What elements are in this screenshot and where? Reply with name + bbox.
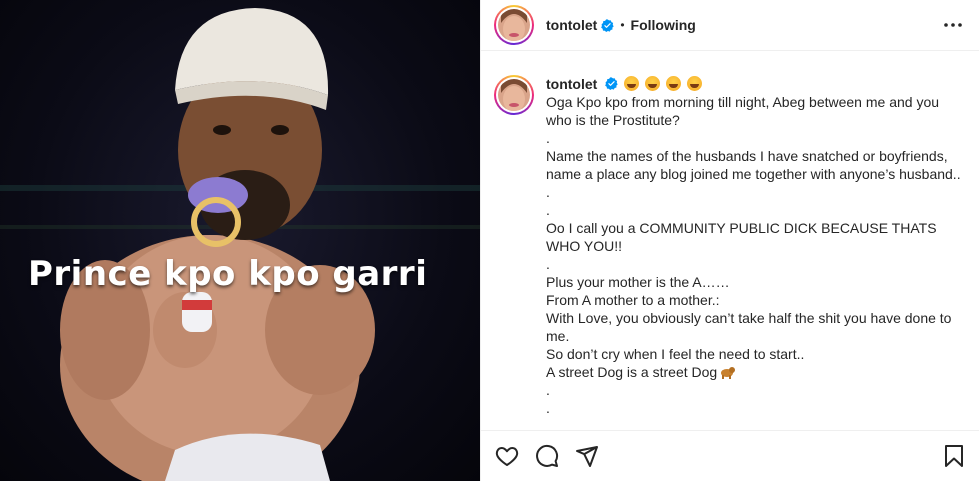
caption-line: . bbox=[546, 184, 550, 200]
caption-section: tontolet Oga Kpo kpo from morning till n… bbox=[481, 51, 979, 430]
rofl-emoji-icon bbox=[624, 76, 640, 91]
caption-line: . bbox=[546, 256, 550, 272]
media-overlay-text: Prince kpo kpo garri bbox=[28, 254, 428, 294]
caption-line: Name the names of the husbands I have sn… bbox=[546, 148, 961, 182]
caption-line: Oga Kpo kpo from morning till night, Abe… bbox=[546, 94, 940, 128]
caption-line: . bbox=[546, 400, 550, 416]
save-button[interactable] bbox=[925, 436, 965, 476]
share-button[interactable] bbox=[575, 436, 615, 476]
send-icon bbox=[576, 446, 598, 467]
verified-badge-icon bbox=[601, 18, 615, 32]
caption-author-avatar[interactable] bbox=[494, 75, 534, 115]
caption-line: . bbox=[546, 382, 550, 398]
post-image-illustration bbox=[0, 8, 480, 481]
caption-line: With Love, you obviously can’t take half… bbox=[546, 310, 952, 344]
caption-line: Plus your mother is the A…… bbox=[546, 274, 730, 290]
header-separator: • bbox=[620, 18, 625, 32]
post-actions-bar bbox=[481, 430, 979, 481]
comment-button[interactable] bbox=[535, 436, 575, 476]
bookmark-icon bbox=[945, 445, 963, 467]
author-avatar[interactable] bbox=[494, 5, 534, 45]
comment-icon bbox=[536, 444, 559, 467]
caption-line: . bbox=[546, 130, 550, 146]
more-options-icon bbox=[944, 23, 962, 27]
verified-badge-icon bbox=[605, 77, 618, 90]
caption-text: tontolet Oga Kpo kpo from morning till n… bbox=[546, 75, 963, 430]
caption-line: From A mother to a mother.: bbox=[546, 292, 720, 308]
caption-line: Oo I call you a COMMUNITY PUBLIC DICK BE… bbox=[546, 220, 937, 254]
caption-username[interactable]: tontolet bbox=[546, 76, 597, 92]
author-username[interactable]: tontolet bbox=[546, 17, 597, 33]
heart-icon bbox=[495, 447, 519, 466]
caption-avatar-image bbox=[498, 79, 530, 111]
caption-line: . bbox=[546, 202, 550, 218]
author-avatar-image bbox=[498, 9, 530, 41]
more-options-button[interactable] bbox=[941, 13, 965, 37]
rofl-emoji-icon bbox=[665, 76, 681, 91]
caption-header-line: tontolet bbox=[546, 75, 963, 93]
post-media[interactable]: Prince kpo kpo garri bbox=[0, 0, 480, 481]
rofl-emoji-icon bbox=[686, 76, 702, 91]
caption-line: So don’t cry when I feel the need to sta… bbox=[546, 346, 805, 362]
instagram-post-view: Prince kpo kpo garri tontolet • Followin… bbox=[0, 0, 979, 481]
caption-line-dog: A street Dog is a street Dog bbox=[546, 363, 963, 381]
post-side-panel: tontolet • Following tontolet Oga Kpo kp… bbox=[480, 0, 979, 481]
post-header: tontolet • Following bbox=[481, 0, 979, 51]
caption-line-text: A street Dog is a street Dog bbox=[546, 364, 718, 380]
rofl-emoji-icon bbox=[645, 76, 660, 91]
like-button[interactable] bbox=[495, 436, 535, 476]
dog-emoji-icon bbox=[721, 367, 736, 379]
following-button[interactable]: Following bbox=[631, 17, 696, 33]
